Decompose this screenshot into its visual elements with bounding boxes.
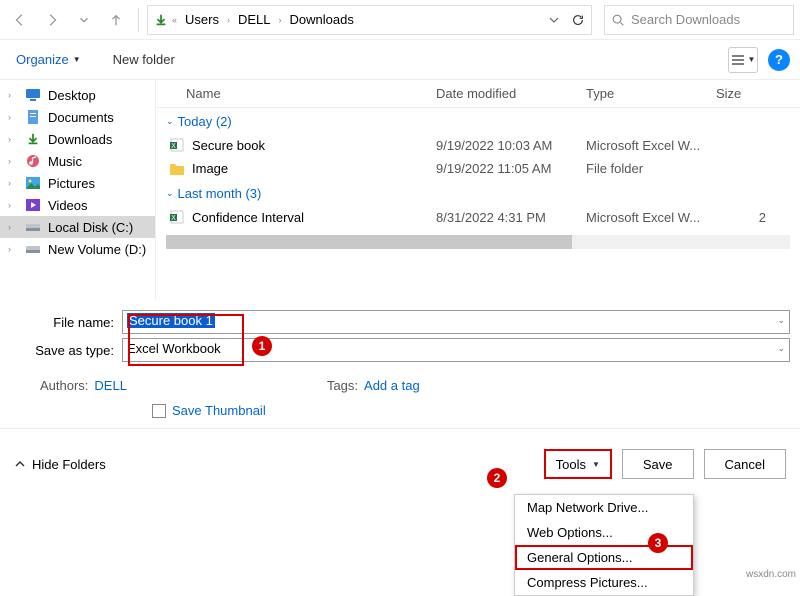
col-date[interactable]: Date modified	[436, 86, 586, 101]
col-name[interactable]: Name	[186, 86, 436, 101]
cancel-button[interactable]: Cancel	[704, 449, 786, 479]
save-form: File name: Secure book 1⌄ Save as type: …	[0, 300, 800, 370]
filename-input[interactable]: Secure book 1⌄	[122, 310, 790, 334]
refresh-button[interactable]	[571, 13, 585, 27]
authors-label: Authors:	[40, 378, 88, 393]
metadata-row: Authors: DELL Tags: Add a tag	[0, 370, 800, 397]
help-button[interactable]: ?	[768, 49, 790, 71]
tree-downloads[interactable]: ›Downloads	[0, 128, 155, 150]
save-thumbnail-label: Save Thumbnail	[172, 403, 266, 418]
svg-text:X: X	[171, 215, 176, 222]
callout-2: 2	[487, 468, 507, 488]
organize-button[interactable]: Organize▼	[10, 48, 87, 71]
savetype-select[interactable]: Excel Workbook⌄	[122, 338, 790, 362]
folder-icon	[168, 162, 186, 176]
dialog-buttons: Hide Folders Tools▼ Save Cancel	[0, 428, 800, 487]
tree-videos[interactable]: ›Videos	[0, 194, 155, 216]
file-row[interactable]: Image 9/19/2022 11:05 AM File folder	[156, 157, 800, 180]
callout-3: 3	[648, 533, 668, 553]
tree-pictures[interactable]: ›Pictures	[0, 172, 155, 194]
toolbar: Organize▼ New folder ▼ ?	[0, 40, 800, 80]
tree-new-volume-d[interactable]: ›New Volume (D:)	[0, 238, 155, 260]
menu-map-drive[interactable]: Map Network Drive...	[515, 495, 693, 520]
hide-folders-button[interactable]: Hide Folders	[14, 457, 106, 472]
address-bar: « Users › DELL › Downloads Search Downlo…	[0, 0, 800, 40]
chevron-right-icon: ›	[279, 15, 282, 25]
new-folder-button[interactable]: New folder	[107, 48, 181, 71]
drive-icon	[24, 241, 42, 257]
file-row[interactable]: X Secure book 9/19/2022 10:03 AM Microso…	[156, 133, 800, 157]
view-options-button[interactable]: ▼	[728, 47, 758, 73]
chevron-up-icon	[14, 458, 26, 470]
tree-desktop[interactable]: ›Desktop	[0, 84, 155, 106]
filename-label: File name:	[22, 315, 122, 330]
chevron-right-icon: ›	[227, 15, 230, 25]
tree-music[interactable]: ›Music	[0, 150, 155, 172]
horizontal-scrollbar[interactable]	[166, 235, 790, 249]
watermark: wsxdn.com	[746, 569, 796, 580]
forward-button[interactable]	[38, 6, 66, 34]
breadcrumb-dell[interactable]: DELL	[234, 10, 275, 29]
tree-documents[interactable]: ›Documents	[0, 106, 155, 128]
file-list: Name Date modified Type Size ⌄Today (2) …	[156, 80, 800, 300]
search-placeholder: Search Downloads	[631, 12, 740, 27]
folder-tree: ›Desktop ›Documents ›Downloads ›Music ›P…	[0, 80, 156, 300]
col-type[interactable]: Type	[586, 86, 716, 101]
download-icon	[24, 131, 42, 147]
save-button[interactable]: Save	[622, 449, 694, 479]
recent-dropdown[interactable]	[70, 6, 98, 34]
group-lastmonth[interactable]: ⌄Last month (3)	[156, 180, 800, 205]
menu-general-options[interactable]: General Options...	[515, 545, 693, 570]
col-size[interactable]: Size	[716, 86, 756, 101]
document-icon	[24, 109, 42, 125]
breadcrumb[interactable]: « Users › DELL › Downloads	[147, 5, 592, 35]
search-icon	[611, 13, 625, 27]
svg-text:X: X	[171, 143, 176, 150]
search-input[interactable]: Search Downloads	[604, 5, 794, 35]
up-button[interactable]	[102, 6, 130, 34]
download-icon	[154, 13, 168, 27]
callout-1: 1	[252, 336, 272, 356]
breadcrumb-downloads[interactable]: Downloads	[286, 10, 358, 29]
group-today[interactable]: ⌄Today (2)	[156, 108, 800, 133]
tags-value[interactable]: Add a tag	[364, 378, 420, 393]
videos-icon	[24, 197, 42, 213]
menu-compress-pictures[interactable]: Compress Pictures...	[515, 570, 693, 595]
drive-icon	[24, 219, 42, 235]
excel-icon: X	[168, 137, 186, 153]
pictures-icon	[24, 175, 42, 191]
authors-value[interactable]: DELL	[94, 378, 127, 393]
file-row[interactable]: X Confidence Interval 8/31/2022 4:31 PM …	[156, 205, 800, 229]
savetype-label: Save as type:	[22, 343, 122, 358]
music-icon	[24, 153, 42, 169]
tags-label: Tags:	[327, 378, 358, 393]
column-headers: Name Date modified Type Size	[156, 80, 800, 108]
chevron-left-icon: «	[172, 15, 177, 25]
desktop-icon	[24, 87, 42, 103]
breadcrumb-users[interactable]: Users	[181, 10, 223, 29]
tools-button[interactable]: Tools▼	[544, 449, 612, 479]
tree-local-disk-c[interactable]: ›Local Disk (C:)	[0, 216, 155, 238]
address-dropdown-icon[interactable]	[549, 15, 559, 25]
save-thumbnail-checkbox[interactable]	[152, 404, 166, 418]
back-button[interactable]	[6, 6, 34, 34]
excel-icon: X	[168, 209, 186, 225]
